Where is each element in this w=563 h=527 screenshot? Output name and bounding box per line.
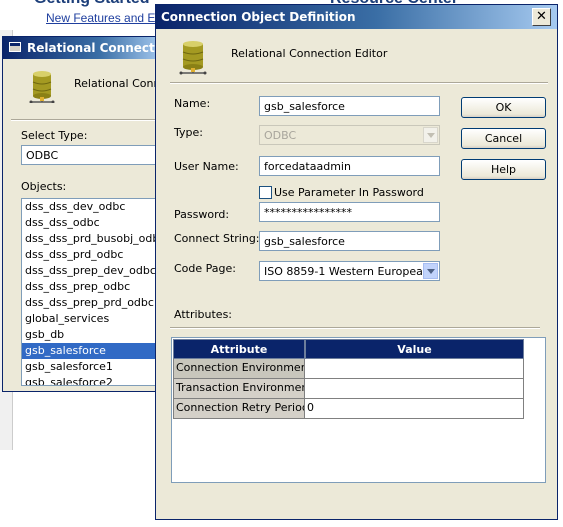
select-type-value: ODBC (26, 149, 59, 162)
close-icon: ✕ (536, 9, 547, 24)
code-page-value: ISO 8859-1 Western European (264, 265, 430, 278)
list-item[interactable]: dss_dss_prd_busobj_odbc (22, 231, 162, 247)
objects-label: Objects: (21, 180, 67, 193)
divider (170, 82, 548, 84)
divider (11, 119, 163, 121)
list-item[interactable]: gsb_db (22, 327, 162, 343)
table-row-value[interactable]: 0 (305, 399, 524, 419)
window-icon (9, 42, 21, 52)
new-features-link[interactable]: New Features and E (46, 11, 155, 25)
database-icon (27, 69, 57, 106)
select-type-dropdown[interactable]: ODBC (21, 145, 163, 165)
use-parameter-label: Use Parameter In Password (274, 186, 424, 199)
username-value: forcedataadmin (264, 160, 351, 173)
divider (170, 327, 540, 329)
list-item[interactable]: dss_dss_dev_odbc (22, 199, 162, 215)
ok-button[interactable]: OK (461, 97, 546, 118)
objects-list[interactable]: dss_dss_dev_odbc dss_dss_odbc dss_dss_pr… (21, 198, 163, 386)
code-page-label: Code Page: (174, 262, 236, 275)
chevron-down-icon[interactable] (423, 263, 438, 279)
list-item[interactable]: dss_dss_prep_dev_odbc (22, 263, 162, 279)
relational-connection-browser-window: Relational Connection Browser Relational… (2, 36, 242, 392)
type-label: Type: (174, 126, 203, 139)
list-item[interactable]: global_services (22, 311, 162, 327)
list-item[interactable]: dss_dss_prep_prd_odbc (22, 295, 162, 311)
connect-string-value: gsb_salesforce (264, 235, 345, 248)
list-item[interactable]: dss_dss_prep_odbc (22, 279, 162, 295)
help-button[interactable]: Help (461, 159, 546, 180)
dialog-title: Connection Object Definition (161, 10, 356, 24)
list-item[interactable]: dss_dss_prd_odbc (22, 247, 162, 263)
database-icon (178, 39, 208, 78)
code-page-dropdown[interactable]: ISO 8859-1 Western European (259, 261, 440, 281)
password-value: **************** (264, 206, 352, 219)
connect-string-field[interactable]: gsb_salesforce (259, 231, 440, 251)
name-label: Name: (174, 97, 211, 110)
name-field[interactable]: gsb_salesforce (259, 96, 440, 116)
username-label: User Name: (174, 160, 239, 173)
column-header-attribute[interactable]: Attribute (173, 339, 305, 359)
password-label: Password: (174, 208, 230, 221)
select-type-label: Select Type: (21, 129, 88, 142)
table-row-value[interactable] (305, 379, 524, 399)
connection-object-definition-dialog: Connection Object Definition ✕ Relationa… (155, 4, 558, 520)
use-parameter-checkbox[interactable] (259, 186, 272, 199)
username-field[interactable]: forcedataadmin (259, 156, 440, 176)
chevron-down-icon (423, 127, 438, 143)
type-value: ODBC (264, 129, 297, 142)
table-row-attribute[interactable]: Connection Retry Period (173, 399, 305, 419)
password-field[interactable]: **************** (259, 202, 440, 222)
editor-header-label: Relational Connection Editor (231, 47, 388, 60)
list-item-selected[interactable]: gsb_salesforce (22, 343, 162, 359)
list-item[interactable]: gsb_salesforce1 (22, 359, 162, 375)
table-row-attribute[interactable]: Connection Environment ... (173, 359, 305, 379)
type-dropdown: ODBC (259, 125, 440, 145)
close-button[interactable]: ✕ (532, 8, 551, 26)
page-heading: Getting Started (34, 0, 150, 8)
attributes-label: Attributes: (174, 308, 233, 321)
attributes-grid[interactable]: Attribute Value Connection Environment .… (171, 337, 546, 483)
table-row-value[interactable] (305, 359, 524, 379)
name-value: gsb_salesforce (264, 100, 345, 113)
list-item[interactable]: dss_dss_odbc (22, 215, 162, 231)
list-item[interactable]: gsb_salesforce2 (22, 375, 162, 385)
dialog-title-bar[interactable]: Connection Object Definition ✕ (156, 5, 557, 29)
cancel-button[interactable]: Cancel (461, 128, 546, 149)
table-row-attribute[interactable]: Transaction Environment... (173, 379, 305, 399)
browser-title-bar[interactable]: Relational Connection Browser (3, 37, 235, 59)
column-header-value[interactable]: Value (305, 339, 524, 359)
connect-string-label: Connect String: (174, 232, 260, 245)
